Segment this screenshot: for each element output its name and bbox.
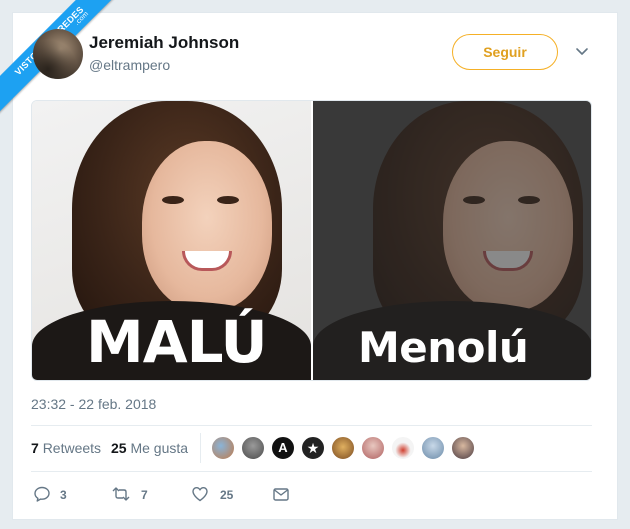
retweets-stat[interactable]: 7 Retweets xyxy=(31,440,101,456)
liker-avatar[interactable] xyxy=(361,436,385,460)
liker-avatar[interactable] xyxy=(421,436,445,460)
liker-avatar[interactable] xyxy=(451,436,475,460)
media-caption-left: MALÚ xyxy=(86,308,268,376)
tweet-timestamp[interactable]: 23:32 - 22 feb. 2018 xyxy=(31,396,156,412)
likes-label: Me gusta xyxy=(130,440,189,456)
like-count: 25 xyxy=(220,488,234,502)
like-action[interactable]: 25 xyxy=(191,485,241,503)
liker-avatar[interactable]: A xyxy=(271,436,295,460)
media-caption-right: Menolú xyxy=(358,323,529,372)
reply-action[interactable]: 3 xyxy=(33,485,73,503)
liker-avatar[interactable] xyxy=(391,436,415,460)
reply-count: 3 xyxy=(60,488,67,502)
liker-avatar[interactable]: ★ xyxy=(301,436,325,460)
likes-count: 25 xyxy=(111,440,127,456)
media-panel-left: MALÚ xyxy=(32,101,311,380)
liker-avatar[interactable] xyxy=(211,436,235,460)
retweet-count: 7 xyxy=(141,488,148,502)
liker-avatar[interactable] xyxy=(241,436,265,460)
likes-stat[interactable]: 25 Me gusta xyxy=(111,440,188,456)
tweet-media[interactable]: MALÚ Menolú xyxy=(31,100,592,381)
message-action[interactable] xyxy=(272,485,292,503)
retweet-icon xyxy=(112,487,130,501)
retweets-label: Retweets xyxy=(42,440,102,456)
retweet-action[interactable]: 7 xyxy=(111,485,161,503)
divider xyxy=(31,425,592,426)
follow-button[interactable]: Seguir xyxy=(452,34,558,70)
heart-icon xyxy=(192,487,208,502)
author-avatar[interactable] xyxy=(33,29,83,79)
media-panel-right: Menolú xyxy=(313,101,591,380)
retweets-count: 7 xyxy=(31,440,39,456)
stats-divider xyxy=(200,433,201,463)
liker-avatar[interactable] xyxy=(331,436,355,460)
chevron-down-icon[interactable] xyxy=(575,45,589,59)
envelope-icon xyxy=(273,488,289,501)
divider xyxy=(31,471,592,472)
reply-icon xyxy=(34,486,50,502)
